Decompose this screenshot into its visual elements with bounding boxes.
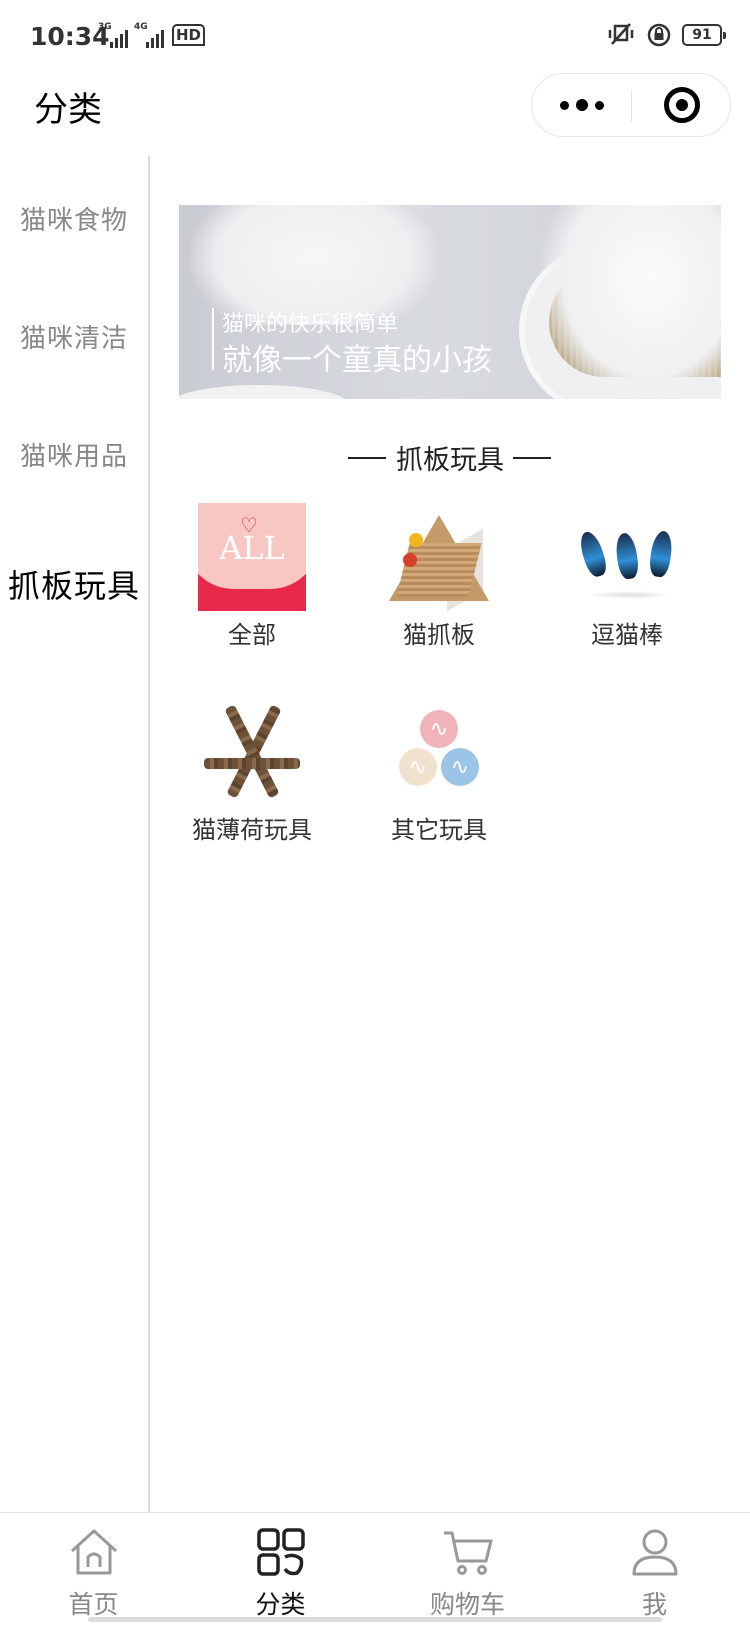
tab-label: 分类 bbox=[255, 1590, 306, 1619]
banner-bowl bbox=[179, 385, 349, 399]
category-item-scratch-board[interactable]: 猫抓板 bbox=[359, 503, 519, 651]
signal-4g-icon: 4G bbox=[134, 22, 164, 48]
page-title: 分类 bbox=[34, 90, 102, 130]
home-indicator bbox=[88, 1617, 662, 1622]
section-title-line-right bbox=[513, 457, 551, 459]
category-sidebar: 猫咪食物 猫咪清洁 猫咪用品 抓板玩具 bbox=[0, 156, 150, 1512]
category-label: 其它玩具 bbox=[391, 816, 487, 844]
category-label: 猫抓板 bbox=[403, 621, 475, 649]
home-icon bbox=[70, 1529, 118, 1575]
all-icon: ♡ ALL bbox=[198, 503, 306, 611]
bottom-tab-bar: 首页 分类 购物车 我 bbox=[0, 1512, 750, 1625]
tab-cart[interactable]: 购物车 bbox=[374, 1513, 561, 1625]
all-badge: ALL bbox=[219, 529, 285, 567]
sidebar-item-cat-food[interactable]: 猫咪食物 bbox=[0, 200, 148, 237]
network-indicators: 3G 4G bbox=[98, 22, 164, 48]
banner-line-1: 猫咪的快乐很简单 bbox=[222, 312, 399, 337]
tab-label: 购物车 bbox=[429, 1590, 505, 1619]
feather-teaser-icon bbox=[573, 503, 681, 611]
status-right: 91 bbox=[606, 22, 726, 48]
hd-voice-icon: HD bbox=[172, 24, 206, 46]
signal-3g-icon: 3G bbox=[98, 22, 128, 48]
category-icon bbox=[257, 1528, 305, 1576]
category-banner[interactable]: 猫咪的快乐很简单 就像一个童真的小孩 bbox=[179, 205, 721, 399]
tab-label: 首页 bbox=[68, 1590, 119, 1619]
category-item-feather-teaser[interactable]: 逗猫棒 bbox=[547, 503, 707, 651]
tab-me[interactable]: 我 bbox=[561, 1513, 748, 1625]
banner-cat-right bbox=[539, 205, 721, 399]
category-item-catnip[interactable]: 猫薄荷玩具 bbox=[172, 698, 332, 846]
category-label: 全部 bbox=[228, 621, 276, 649]
tab-label: 我 bbox=[641, 1590, 667, 1619]
rotation-lock-icon bbox=[647, 23, 671, 47]
banner-text-bar bbox=[212, 308, 214, 370]
catnip-stick-icon bbox=[198, 698, 306, 806]
sidebar-item-cat-cleaning[interactable]: 猫咪清洁 bbox=[0, 318, 148, 355]
category-label: 猫薄荷玩具 bbox=[192, 816, 312, 844]
tab-category[interactable]: 分类 bbox=[187, 1513, 374, 1625]
user-icon bbox=[632, 1529, 678, 1576]
sidebar-item-scratch-toys[interactable]: 抓板玩具 bbox=[0, 561, 148, 607]
sidebar-item-cat-supplies[interactable]: 猫咪用品 bbox=[0, 436, 148, 473]
scratch-board-icon bbox=[385, 503, 493, 612]
cart-icon bbox=[444, 1531, 493, 1575]
status-bar: 10:34 3G 4G HD 91 bbox=[0, 0, 750, 76]
category-label: 逗猫棒 bbox=[591, 621, 663, 649]
battery-icon: 91 bbox=[682, 24, 726, 46]
category-item-all[interactable]: ♡ ALL 全部 bbox=[172, 503, 332, 651]
vibrate-icon bbox=[608, 23, 634, 45]
mini-program-capsule bbox=[531, 73, 731, 137]
category-item-other-toys[interactable]: ∿ ∿ ∿ 其它玩具 bbox=[359, 698, 519, 846]
more-dots-icon[interactable] bbox=[532, 74, 632, 136]
close-target-icon[interactable] bbox=[632, 74, 732, 136]
toy-balls-icon: ∿ ∿ ∿ bbox=[385, 698, 493, 806]
banner-line-2: 就像一个童真的小孩 bbox=[222, 343, 492, 378]
tab-home[interactable]: 首页 bbox=[0, 1513, 187, 1625]
